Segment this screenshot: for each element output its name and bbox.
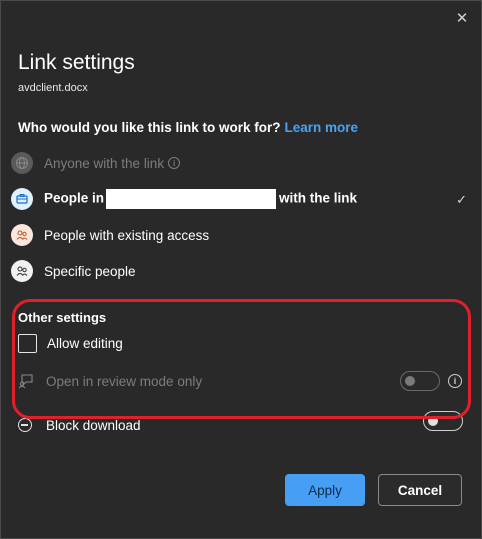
review-mode-row: Open in review mode only i (18, 371, 468, 393)
people-icon (11, 224, 33, 246)
option-existing-access[interactable]: People with existing access (11, 222, 209, 248)
apply-button[interactable]: Apply (285, 474, 365, 506)
audience-question: Who would you like this link to work for… (18, 120, 358, 135)
close-icon: ✕ (455, 10, 469, 27)
link-settings-dialog: ✕ Link settings avdclient.docx Who would… (0, 0, 482, 539)
globe-icon (11, 152, 33, 174)
option-anyone-label: Anyone with the link (44, 155, 165, 171)
close-button[interactable]: ✕ (451, 7, 473, 29)
review-icon (18, 373, 34, 394)
allow-editing-row[interactable]: Allow editing (18, 334, 123, 353)
redacted-org-name (106, 189, 277, 209)
other-settings-heading: Other settings (18, 310, 107, 325)
review-mode-toggle[interactable] (400, 371, 440, 391)
file-name: avdclient.docx (18, 82, 88, 94)
checkmark-icon: ✓ (456, 192, 467, 207)
allow-editing-checkbox[interactable] (18, 334, 37, 353)
block-download-label: Block download (46, 418, 141, 433)
info-icon[interactable]: i (448, 374, 462, 388)
option-people-in-org[interactable]: People in with the link (11, 186, 357, 212)
people-icon (11, 260, 33, 282)
org-label-suffix: with the link (279, 190, 358, 206)
option-existing-access-label: People with existing access (44, 227, 210, 243)
review-mode-label: Open in review mode only (46, 374, 203, 389)
organization-icon (11, 188, 33, 210)
block-download-row: Block download (18, 411, 468, 437)
option-specific-people-label: Specific people (44, 263, 136, 279)
option-anyone-with-link[interactable]: Anyone with the link i (11, 150, 181, 176)
toggle-knob (405, 376, 415, 386)
block-icon (18, 418, 32, 432)
org-label-prefix: People in (44, 190, 105, 206)
block-download-toggle[interactable] (423, 411, 463, 431)
toggle-knob (428, 416, 438, 426)
option-specific-people[interactable]: Specific people (11, 258, 136, 284)
learn-more-link[interactable]: Learn more (285, 120, 359, 135)
dialog-title: Link settings (18, 51, 135, 74)
audience-question-text: Who would you like this link to work for… (18, 120, 281, 135)
info-icon[interactable]: i (168, 157, 181, 169)
cancel-button[interactable]: Cancel (378, 474, 462, 506)
option-people-in-org-label: People in with the link (44, 189, 357, 209)
allow-editing-label: Allow editing (47, 336, 123, 351)
